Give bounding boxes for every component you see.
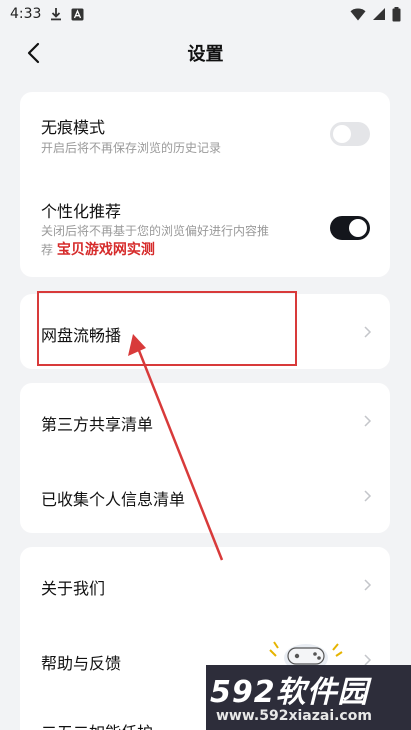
- personalized-subtitle-line2: 荐: [41, 243, 54, 257]
- watermark-logo: 592软件园 www.592xiazai.com: [206, 665, 411, 730]
- personal-info-title: 已收集个人信息清单: [41, 490, 186, 509]
- third-party-row[interactable]: 第三方共享清单: [20, 383, 390, 458]
- personalized-toggle[interactable]: [330, 216, 370, 240]
- status-bar: 4:33: [0, 0, 411, 28]
- header-bar: 设置: [0, 28, 411, 78]
- incognito-title: 无痕模式: [41, 118, 106, 137]
- battery-icon: [392, 6, 401, 22]
- download-icon: [49, 7, 63, 21]
- app-notification-icon: [71, 8, 84, 21]
- chevron-right-icon: [364, 415, 372, 427]
- watermark-logo-url: www.592xiazai.com: [216, 708, 372, 724]
- personalized-subtitle-line1: 关闭后将不再基于您的浏览偏好进行内容推: [41, 224, 270, 238]
- page-title: 设置: [187, 44, 224, 65]
- about-row[interactable]: 关于我们: [20, 547, 390, 622]
- annotation-highlight-box: [37, 291, 297, 366]
- watermark-logo-text: 592软件园: [210, 675, 369, 710]
- lists-card: 第三方共享清单 已收集个人信息清单: [20, 383, 390, 533]
- partial-title: 二五二如能任护: [41, 719, 153, 730]
- chevron-left-icon: [27, 42, 40, 64]
- back-button[interactable]: [18, 38, 48, 68]
- third-party-title: 第三方共享清单: [41, 415, 154, 434]
- signal-icon: [372, 7, 386, 21]
- personalized-subtitle: 关闭后将不再基于您的浏览偏好进行内容推 荐 宝贝游戏网实测: [41, 222, 341, 260]
- mascot-gamepad-icon: [269, 641, 343, 670]
- personal-info-row[interactable]: 已收集个人信息清单: [20, 458, 390, 533]
- privacy-card: 无痕模式 开启后将不再保存浏览的历史记录 个性化推荐 关闭后将不再基于您的浏览偏…: [20, 92, 390, 277]
- wifi-icon: [350, 8, 366, 21]
- status-time: 4:33: [10, 6, 42, 22]
- incognito-subtitle: 开启后将不再保存浏览的历史记录: [41, 141, 222, 155]
- chevron-right-icon: [364, 326, 372, 338]
- chevron-right-icon: [364, 490, 372, 502]
- incognito-row: 无痕模式 开启后将不再保存浏览的历史记录: [20, 92, 390, 172]
- personalized-title: 个性化推荐: [41, 202, 122, 221]
- chevron-right-icon: [364, 579, 372, 591]
- about-title: 关于我们: [41, 579, 106, 598]
- personalized-row: 个性化推荐 关闭后将不再基于您的浏览偏好进行内容推 荐 宝贝游戏网实测: [20, 172, 390, 277]
- incognito-toggle[interactable]: [330, 122, 370, 146]
- watermark-overlay-text: 宝贝游戏网实测: [56, 242, 155, 258]
- help-title: 帮助与反馈: [41, 654, 122, 673]
